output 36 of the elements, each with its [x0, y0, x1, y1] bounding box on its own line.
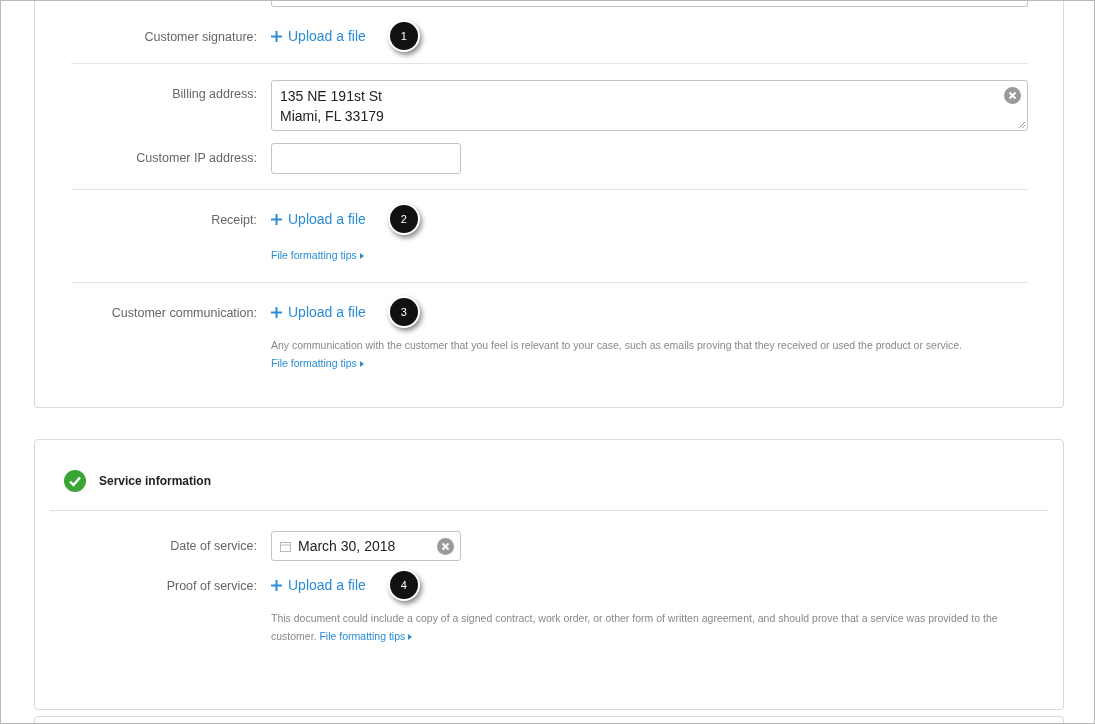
callout-number: 2	[387, 203, 420, 235]
calendar-icon	[280, 540, 291, 552]
help-text: Any communication with the customer that you feel is relevant to your case, such as emails proving that they received or used the product or service. File formatting tips	[271, 338, 963, 371]
caret-icon	[408, 634, 413, 640]
section-title: Service information	[99, 474, 212, 488]
caret-icon	[359, 361, 364, 367]
plus-icon	[271, 306, 282, 318]
callout-number: 1	[387, 20, 420, 52]
callout-number: 3	[387, 296, 420, 328]
file-formatting-tips-link[interactable]: File formatting tips	[271, 249, 364, 261]
upload-file-link[interactable]: Upload a file	[271, 304, 366, 320]
plus-icon	[271, 579, 282, 591]
file-formatting-tips-link[interactable]: File formatting tips	[319, 630, 413, 642]
callout-number: 4	[387, 569, 420, 601]
field-label: Billing address:	[171, 86, 257, 103]
clear-icon[interactable]	[437, 538, 454, 555]
date-field[interactable]: March 30, 2018	[271, 531, 461, 561]
input-field[interactable]	[271, 1, 1028, 7]
input-field[interactable]	[271, 143, 461, 174]
plus-icon	[271, 30, 282, 42]
caret-icon	[359, 253, 364, 259]
upload-file-link[interactable]: Upload a file	[271, 577, 366, 593]
help-text: This document could include a copy of a signed contract, work order, or other form of written agreement, and should prove that a service was provided to the customer. File formatting tips	[271, 611, 999, 644]
field-label: Proof of service:	[165, 578, 257, 595]
file-formatting-tips-link[interactable]: File formatting tips	[271, 357, 364, 369]
clear-icon[interactable]	[1004, 87, 1021, 104]
field-label: Customer communication:	[110, 305, 257, 322]
resize-grip-icon[interactable]	[1018, 121, 1025, 128]
field-label: Receipt:	[210, 212, 257, 229]
field-label: Customer IP address:	[135, 150, 257, 167]
plus-icon	[271, 213, 282, 225]
upload-file-link[interactable]: Upload a file	[271, 211, 366, 227]
billing-address-field[interactable]: 135 NE 191st St Miami, FL 33179	[271, 80, 1028, 131]
field-label: Customer signature:	[143, 29, 257, 44]
field-label: Date of service:	[169, 538, 257, 555]
upload-file-link[interactable]: Upload a file	[271, 28, 366, 44]
